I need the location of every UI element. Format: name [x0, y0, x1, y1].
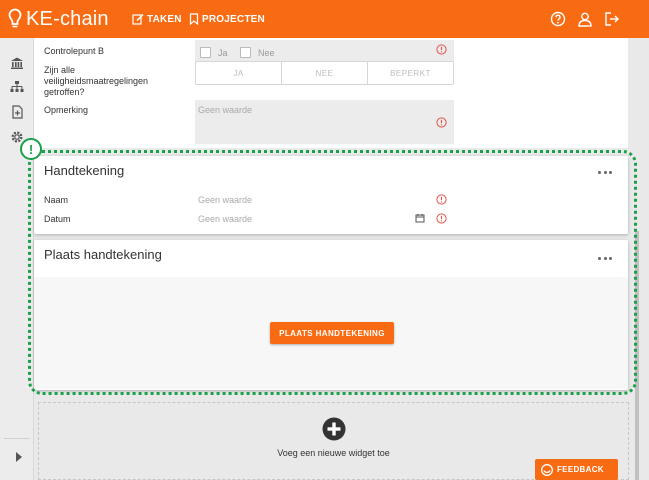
main-content: Controlepunt B Ja Nee Zijn alle veilighe… [34, 38, 649, 480]
nav-projects[interactable]: PROJECTEN [189, 12, 265, 26]
sidebar-divider [4, 438, 30, 439]
error-icon [436, 117, 447, 128]
sitemap-icon[interactable] [10, 80, 24, 94]
plaats-handtekening-title: Plaats handtekening [44, 247, 162, 262]
ja-checkbox[interactable] [200, 47, 211, 58]
plus-circle-icon[interactable] [322, 417, 346, 441]
edit-icon [132, 13, 144, 25]
opmerking-placeholder: Geen waarde [198, 105, 253, 115]
error-icon [436, 213, 447, 224]
document-icon[interactable] [10, 105, 24, 119]
option-beperkt-button[interactable]: BEPERKT [368, 62, 453, 84]
more-options-icon[interactable] [598, 257, 612, 261]
option-ja-button[interactable]: JA [196, 62, 282, 84]
nee-checkbox-label: Nee [258, 48, 275, 58]
naam-input[interactable]: Geen waarde [198, 195, 252, 205]
form-card: Controlepunt B Ja Nee Zijn alle veilighe… [34, 38, 628, 148]
nav-tasks[interactable]: TAKEN [132, 12, 182, 26]
option-nee-button[interactable]: NEE [282, 62, 368, 84]
handtekening-title: Handtekening [44, 163, 125, 178]
calendar-icon[interactable] [415, 213, 425, 223]
smile-icon [541, 463, 553, 476]
scrollbar[interactable] [635, 231, 639, 480]
naam-label: Naam [44, 195, 69, 205]
bank-icon[interactable] [10, 56, 24, 70]
error-icon [436, 44, 447, 55]
maatregelen-label: Zijn alle veiligheidsmaatregelingen getr… [44, 65, 149, 97]
feedback-label: FEEDBACK [557, 465, 604, 474]
ja-checkbox-label: Ja [218, 48, 228, 58]
controlepunt-field: Ja Nee [195, 40, 454, 62]
user-icon[interactable] [577, 11, 593, 27]
app-logo[interactable]: KE-chain [8, 6, 109, 32]
app-name: KE-chain [26, 7, 109, 30]
error-icon [436, 194, 447, 205]
top-bar: KE-chain TAKEN PROJECTEN [0, 0, 649, 38]
nav-projects-label: PROJECTEN [202, 13, 265, 25]
handtekening-card: Handtekening Naam Geen waarde Datum Geen… [34, 156, 628, 234]
highlight-badge: ! [20, 138, 42, 160]
signature-area: PLAATS HANDTEKENING [34, 277, 628, 389]
more-options-icon[interactable] [598, 171, 612, 175]
controlepunt-label: Controlepunt B [44, 46, 105, 56]
plaats-handtekening-card: Plaats handtekening PLAATS HANDTEKENING [34, 240, 628, 390]
left-sidebar [0, 38, 34, 480]
opmerking-textarea[interactable]: Geen waarde [195, 100, 454, 144]
datum-input[interactable]: Geen waarde [198, 214, 252, 224]
nav-tasks-label: TAKEN [147, 13, 182, 25]
opmerking-label: Opmerking [44, 105, 89, 115]
nee-checkbox[interactable] [240, 47, 251, 58]
datum-label: Datum [44, 214, 71, 224]
expand-arrow-icon[interactable] [12, 450, 26, 464]
add-widget-label: Voeg een nieuwe widget toe [277, 448, 390, 458]
feedback-button[interactable]: FEEDBACK [535, 459, 618, 480]
maatregelen-segmented-control: JA NEE BEPERKT [195, 61, 454, 85]
bulb-icon [8, 8, 22, 28]
place-signature-button[interactable]: PLAATS HANDTEKENING [270, 322, 394, 344]
logout-icon[interactable] [604, 11, 620, 27]
bookmark-icon [189, 13, 199, 25]
help-icon[interactable] [550, 11, 566, 27]
